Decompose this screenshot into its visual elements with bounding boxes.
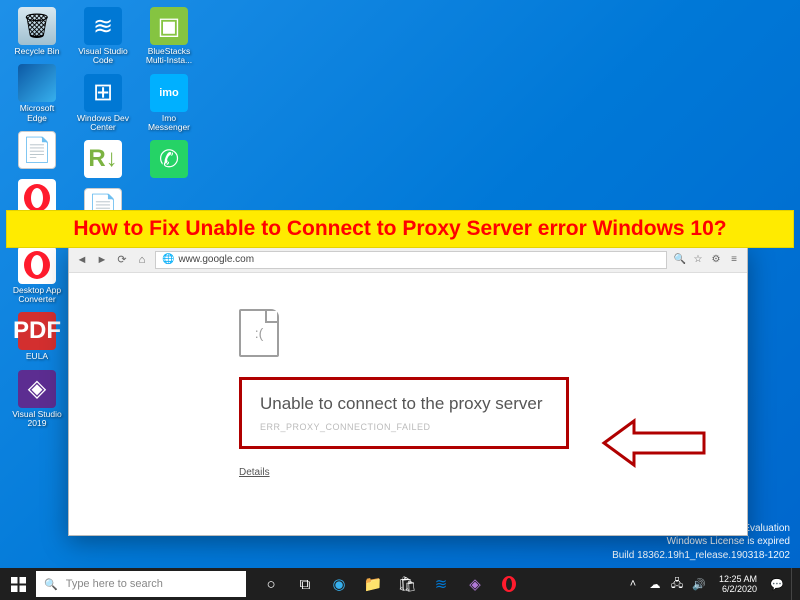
error-code: ERR_PROXY_CONNECTION_FAILED	[260, 422, 548, 432]
windows-icon: ⊞	[84, 74, 122, 112]
star-icon[interactable]: ☆	[691, 253, 705, 267]
tray-onedrive-icon[interactable]: ☁	[647, 568, 663, 600]
watermark-line: Build 18362.19h1_release.190318-1202	[612, 549, 790, 563]
icon-label: Windows Dev Center	[76, 114, 130, 133]
annotation-arrow	[599, 413, 709, 478]
sad-file-icon: :(	[239, 309, 279, 357]
taskbar-edge[interactable]: ◉	[322, 568, 356, 600]
error-title: Unable to connect to the proxy server	[260, 394, 548, 414]
clock-date: 6/2/2020	[719, 584, 757, 594]
vscode-icon: ≋	[84, 7, 122, 45]
resharper-icon: R↓	[84, 140, 122, 178]
desktop-icon-vs2019[interactable]: ◈ Visual Studio 2019	[8, 368, 66, 431]
icon-label: Microsoft Edge	[10, 104, 64, 123]
browser-content: :( Unable to connect to the proxy server…	[69, 273, 747, 535]
edge-icon	[18, 64, 56, 102]
document-icon: 📄	[18, 131, 56, 169]
desktop-icon-bluestacks-multi[interactable]: ▣ BlueStacks Multi-Insta...	[140, 5, 198, 68]
forward-button[interactable]: ►	[95, 253, 109, 267]
browser-toolbar: ◄ ► ⟳ ⌂ 🌐 www.google.com 🔍 ☆ ⚙ ≡	[69, 247, 747, 273]
icon-label: BlueStacks Multi-Insta...	[142, 47, 196, 66]
globe-icon: 🌐	[162, 254, 174, 265]
icon-label: Visual Studio 2019	[10, 410, 64, 429]
desktop-icon-imo[interactable]: imo Imo Messenger	[140, 72, 198, 135]
desktop: 🗑 Recycle Bin Microsoft Edge 📄 Desktop A…	[0, 0, 800, 600]
taskbar-store[interactable]: 🛍	[390, 568, 424, 600]
icon-label: Recycle Bin	[15, 47, 60, 56]
show-desktop-button[interactable]	[791, 568, 796, 600]
system-tray: ˄ ☁ 🖧 🔊 12:25 AM 6/2/2020 💬	[625, 568, 800, 600]
pdf-icon: PDF	[18, 312, 56, 350]
desktop-icon-eula[interactable]: PDF EULA	[8, 310, 66, 363]
search-icon: 🔍	[44, 578, 58, 591]
gear-icon[interactable]: ⚙	[709, 253, 723, 267]
opera-icon	[18, 246, 56, 284]
bluestacks-icon: ▣	[150, 7, 188, 45]
desktop-icon-recycle-bin[interactable]: 🗑 Recycle Bin	[8, 5, 66, 58]
desktop-icon-resharper[interactable]: R↓	[74, 138, 132, 182]
home-button[interactable]: ⌂	[135, 253, 149, 267]
address-bar[interactable]: 🌐 www.google.com	[155, 251, 667, 269]
details-link[interactable]: Details	[239, 467, 270, 478]
back-button[interactable]: ◄	[75, 253, 89, 267]
taskbar-vs[interactable]: ◈	[458, 568, 492, 600]
watermark-line: Windows License is expired	[612, 535, 790, 549]
tray-network-icon[interactable]: 🖧	[669, 568, 685, 600]
taskbar-opera[interactable]	[492, 568, 526, 600]
reload-button[interactable]: ⟳	[115, 253, 129, 267]
desktop-icon-vscode[interactable]: ≋ Visual Studio Code	[74, 5, 132, 68]
imo-icon: imo	[150, 74, 188, 112]
icon-label: Visual Studio Code	[76, 47, 130, 66]
whatsapp-icon: ✆	[150, 140, 188, 178]
taskbar-vscode[interactable]: ≋	[424, 568, 458, 600]
taskbar: 🔍 Type here to search ○ ⧉ ◉ 📁 🛍 ≋ ◈ ˄ ☁ …	[0, 568, 800, 600]
start-button[interactable]	[0, 568, 36, 600]
desktop-icon-app-converter-2[interactable]: Desktop App Converter	[8, 244, 66, 307]
desktop-icon-whatsapp[interactable]: ✆	[140, 138, 198, 182]
icon-label: Desktop App Converter	[10, 286, 64, 305]
windows-logo-icon	[11, 577, 26, 592]
recycle-bin-icon: 🗑	[18, 7, 56, 45]
taskbar-clock[interactable]: 12:25 AM 6/2/2020	[713, 574, 763, 595]
visual-studio-icon: ◈	[18, 370, 56, 408]
url-text: www.google.com	[178, 254, 254, 265]
taskbar-explorer[interactable]: 📁	[356, 568, 390, 600]
desktop-icon-edge[interactable]: Microsoft Edge	[8, 62, 66, 125]
notification-center-icon[interactable]: 💬	[769, 568, 785, 600]
clock-time: 12:25 AM	[719, 574, 757, 584]
tray-volume-icon[interactable]: 🔊	[691, 568, 707, 600]
menu-icon[interactable]: ≡	[727, 253, 741, 267]
icon-label: EULA	[26, 352, 48, 361]
cortana-button[interactable]: ○	[254, 568, 288, 600]
search-icon[interactable]: 🔍	[673, 253, 687, 267]
desktop-icon-document[interactable]: 📄	[8, 129, 66, 173]
tray-overflow[interactable]: ˄	[625, 568, 641, 600]
task-view-button[interactable]: ⧉	[288, 568, 322, 600]
browser-window: ◄ ► ⟳ ⌂ 🌐 www.google.com 🔍 ☆ ⚙ ≡ :( Unab…	[68, 246, 748, 536]
desktop-icon-dev-center[interactable]: ⊞ Windows Dev Center	[74, 72, 132, 135]
search-placeholder: Type here to search	[66, 578, 163, 590]
tutorial-banner: How to Fix Unable to Connect to Proxy Se…	[6, 210, 794, 248]
taskbar-search[interactable]: 🔍 Type here to search	[36, 571, 246, 597]
error-highlight-box: Unable to connect to the proxy server ER…	[239, 377, 569, 449]
icon-label: Imo Messenger	[142, 114, 196, 133]
